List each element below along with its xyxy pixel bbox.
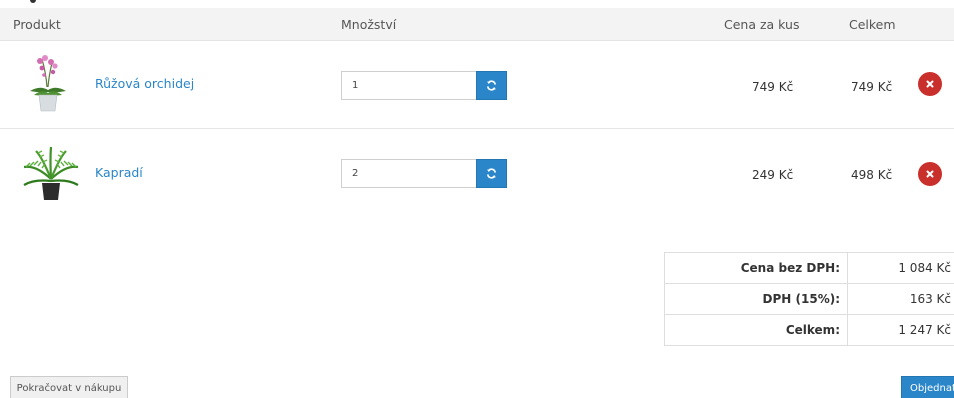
remove-icon: [926, 170, 934, 178]
order-button[interactable]: Objednat: [901, 376, 954, 398]
top-decoration: [0, 0, 954, 4]
remove-icon: [926, 80, 934, 88]
quantity-input[interactable]: [341, 71, 477, 100]
header-total: Celkem: [849, 17, 896, 32]
row-total: 498 Kč: [851, 168, 893, 182]
summary-label: DPH (15%):: [664, 283, 848, 315]
unit-price: 749 Kč: [752, 80, 794, 94]
summary-value: 1 247 Kč: [847, 314, 954, 346]
remove-button[interactable]: [918, 72, 942, 96]
cart-row: Kapradí 249 Kč 498 Kč: [0, 129, 954, 217]
orchid-image[interactable]: [22, 53, 74, 113]
summary-value: 163 Kč: [847, 283, 954, 315]
unit-price: 249 Kč: [752, 168, 794, 182]
refresh-button[interactable]: [476, 159, 507, 188]
product-link[interactable]: Kapradí: [95, 165, 143, 180]
header-product: Produkt: [13, 17, 61, 32]
cart-row: Růžová orchidej 749 Kč 749 Kč: [0, 41, 954, 129]
summary-row: Cena bez DPH: 1 084 Kč: [664, 252, 954, 284]
summary-row: DPH (15%): 163 Kč: [664, 283, 954, 315]
summary-row: Celkem: 1 247 Kč: [664, 314, 954, 346]
quantity-input[interactable]: [341, 159, 477, 188]
summary-label: Cena bez DPH:: [664, 252, 848, 284]
header-quantity: Množství: [341, 17, 397, 32]
refresh-icon: [487, 168, 496, 179]
refresh-button[interactable]: [476, 71, 507, 100]
product-link[interactable]: Růžová orchidej: [95, 76, 194, 91]
fern-image[interactable]: [22, 145, 79, 205]
row-total: 749 Kč: [851, 80, 893, 94]
remove-button[interactable]: [918, 162, 942, 186]
header-unit-price: Cena za kus: [724, 17, 800, 32]
order-summary-table: Cena bez DPH: 1 084 Kč DPH (15%): 163 Kč…: [664, 252, 954, 346]
summary-label: Celkem:: [664, 314, 848, 346]
summary-value: 1 084 Kč: [847, 252, 954, 284]
cart-table-header: Produkt Množství Cena za kus Celkem: [0, 8, 954, 41]
continue-shopping-button[interactable]: Pokračovat v nákupu: [10, 376, 128, 398]
refresh-icon: [487, 80, 496, 91]
